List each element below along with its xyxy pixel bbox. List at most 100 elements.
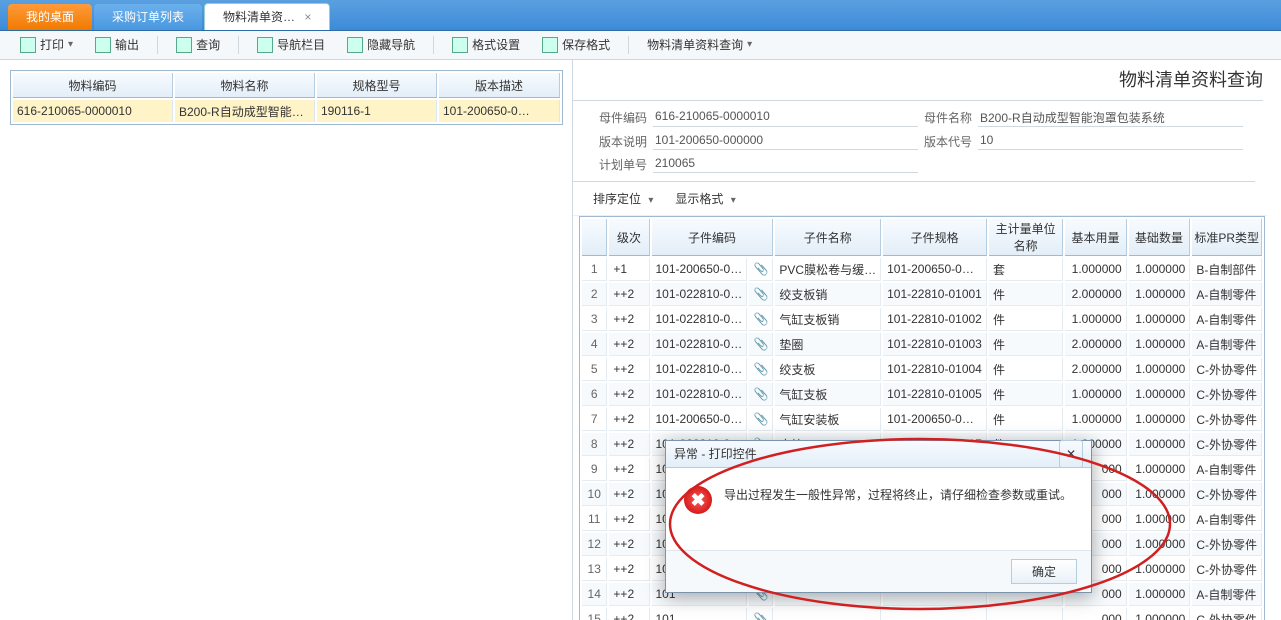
cell-code: 101-022810-0…: [652, 358, 748, 381]
col-material-name[interactable]: 物料名称: [175, 73, 315, 98]
dialog-titlebar[interactable]: 异常 - 打印控件 ✕: [666, 441, 1091, 468]
attachment-icon[interactable]: 📎: [749, 258, 773, 281]
col-prtype[interactable]: 标准PR类型: [1192, 219, 1262, 256]
cell-baseqty: 1.000000: [1129, 333, 1191, 356]
dialog-message: 导出过程发生一般性异常，过程将终止，请仔细检查参数或重试。: [724, 486, 1072, 503]
lbl-plan-no: 计划单号: [593, 156, 653, 173]
tab-close-icon[interactable]: ×: [304, 10, 311, 24]
cell-uom: 件: [989, 283, 1063, 306]
header-form: 母件编码 616-210065-0000010 母件名称 B200-R自动成型智…: [573, 101, 1255, 182]
print-button[interactable]: 打印▾: [10, 34, 83, 56]
cell-level: ++2: [609, 558, 649, 581]
hidenav-button[interactable]: 隐藏导航: [337, 34, 425, 56]
attachment-icon[interactable]: 📎: [749, 358, 773, 381]
dialog-ok-button[interactable]: 确定: [1011, 559, 1077, 584]
cell-spec: 101-200650-0…: [883, 408, 987, 431]
query-button[interactable]: 查询: [166, 34, 230, 56]
col-child-code[interactable]: 子件编码: [652, 219, 774, 256]
saveformat-button[interactable]: 保存格式: [532, 34, 620, 56]
cell-rownum: 12: [582, 533, 607, 556]
val-ver-desc: 101-200650-000000: [653, 133, 918, 150]
cell-ver: 101-200650-0…: [439, 100, 560, 122]
col-level[interactable]: 级次: [609, 219, 649, 256]
nav-icon: [257, 37, 273, 53]
cell-level: ++2: [609, 333, 649, 356]
attachment-icon[interactable]: 📎: [749, 333, 773, 356]
error-icon: ✖: [684, 486, 712, 514]
attachment-icon[interactable]: 📎: [749, 283, 773, 306]
dialog-close-button[interactable]: ✕: [1059, 440, 1083, 468]
attachment-icon[interactable]: 📎: [749, 608, 773, 620]
lbl-ver-desc: 版本说明: [593, 133, 653, 150]
cell-rownum: 15: [582, 608, 607, 620]
output-button[interactable]: 输出: [85, 34, 149, 56]
col-spec[interactable]: 规格型号: [317, 73, 437, 98]
col-rownum[interactable]: [582, 219, 607, 256]
col-ver-desc[interactable]: 版本描述: [439, 73, 560, 98]
cell-level: ++2: [609, 408, 649, 431]
cell-uom: 件: [989, 408, 1063, 431]
cell-level: ++2: [609, 433, 649, 456]
tab-purchase-order[interactable]: 采购订单列表: [94, 4, 202, 30]
col-baseqty[interactable]: 基础数量: [1129, 219, 1191, 256]
cell-prtype: A-自制零件: [1192, 583, 1262, 606]
toolbar: 打印▾ 输出 查询 导航栏目 隐藏导航 格式设置 保存格式 物料清单资料查询▾: [0, 31, 1281, 60]
cell-baseqty: 1.000000: [1129, 283, 1191, 306]
cell-uom: [989, 608, 1063, 620]
attachment-icon[interactable]: 📎: [749, 308, 773, 331]
attachment-icon[interactable]: 📎: [749, 383, 773, 406]
table-row[interactable]: 3++2101-022810-0…📎气缸支板销101-22810-01002件1…: [582, 308, 1262, 331]
col-uom[interactable]: 主计量单位名称: [989, 219, 1063, 256]
cell-spec: 101-22810-01001: [883, 283, 987, 306]
cell-prtype: C-外协零件: [1192, 558, 1262, 581]
tab-bom-label: 物料清单资…: [223, 10, 295, 24]
output-icon: [95, 37, 111, 53]
format-button[interactable]: 格式设置: [442, 34, 530, 56]
col-child-name[interactable]: 子件名称: [775, 219, 881, 256]
table-row[interactable]: 6++2101-022810-0…📎气缸支板101-22810-01005件1.…: [582, 383, 1262, 406]
cell-code: 101-022810-0…: [652, 283, 748, 306]
tab-desktop[interactable]: 我的桌面: [8, 4, 92, 30]
page-title: 物料清单资料查询: [573, 60, 1263, 101]
table-row[interactable]: 616-210065-0000010 B200-R自动成型智能… 190116-…: [13, 100, 560, 122]
display-format-button[interactable]: 显示格式 ▾: [667, 188, 743, 209]
attachment-icon[interactable]: 📎: [749, 408, 773, 431]
cell-code: 101-022810-0…: [652, 383, 748, 406]
table-row[interactable]: 15++2101📎0001.000000C-外协零件: [582, 608, 1262, 620]
left-pane: 物料编码 物料名称 规格型号 版本描述 616-210065-0000010 B…: [0, 60, 573, 620]
cell-name: 绞支板: [775, 358, 881, 381]
tab-bom-query[interactable]: 物料清单资… ×: [204, 3, 330, 30]
table-row[interactable]: 1+1101-200650-0…📎PVC膜松卷与缓…101-200650-0…套…: [582, 258, 1262, 281]
col-child-spec[interactable]: 子件规格: [883, 219, 987, 256]
cell-name: 绞支板销: [775, 283, 881, 306]
lbl-parent-name: 母件名称: [918, 109, 978, 127]
cell-code: 101-200650-0…: [652, 408, 748, 431]
cell-level: ++2: [609, 608, 649, 620]
cell-baseqty: 1.000000: [1129, 483, 1191, 506]
cell-uom: 件: [989, 358, 1063, 381]
val-plan-no: 210065: [653, 156, 918, 173]
chevron-down-icon: ▾: [648, 195, 653, 206]
hide-icon: [347, 37, 363, 53]
cell-code: 101: [652, 608, 748, 620]
sort-button[interactable]: 排序定位 ▾: [585, 188, 661, 209]
table-row[interactable]: 2++2101-022810-0…📎绞支板销101-22810-01001件2.…: [582, 283, 1262, 306]
navcol-button[interactable]: 导航栏目: [247, 34, 335, 56]
cell-uom: 件: [989, 383, 1063, 406]
cell-code: 101-022810-0…: [652, 308, 748, 331]
search-icon: [176, 37, 192, 53]
cell-prtype: B-自制部件: [1192, 258, 1262, 281]
cell-level: ++2: [609, 508, 649, 531]
cell-name: B200-R自动成型智能…: [175, 100, 315, 122]
cell-base: 1.000000: [1065, 383, 1127, 406]
separator: [238, 36, 239, 54]
bomquery-button[interactable]: 物料清单资料查询▾: [637, 34, 762, 56]
cell-base: 2.000000: [1065, 358, 1127, 381]
col-base[interactable]: 基本用量: [1065, 219, 1127, 256]
table-row[interactable]: 4++2101-022810-0…📎垫圈101-22810-01003件2.00…: [582, 333, 1262, 356]
cell-rownum: 6: [582, 383, 607, 406]
table-row[interactable]: 5++2101-022810-0…📎绞支板101-22810-01004件2.0…: [582, 358, 1262, 381]
col-material-code[interactable]: 物料编码: [13, 73, 173, 98]
cell-rownum: 2: [582, 283, 607, 306]
table-row[interactable]: 7++2101-200650-0…📎气缸安装板101-200650-0…件1.0…: [582, 408, 1262, 431]
